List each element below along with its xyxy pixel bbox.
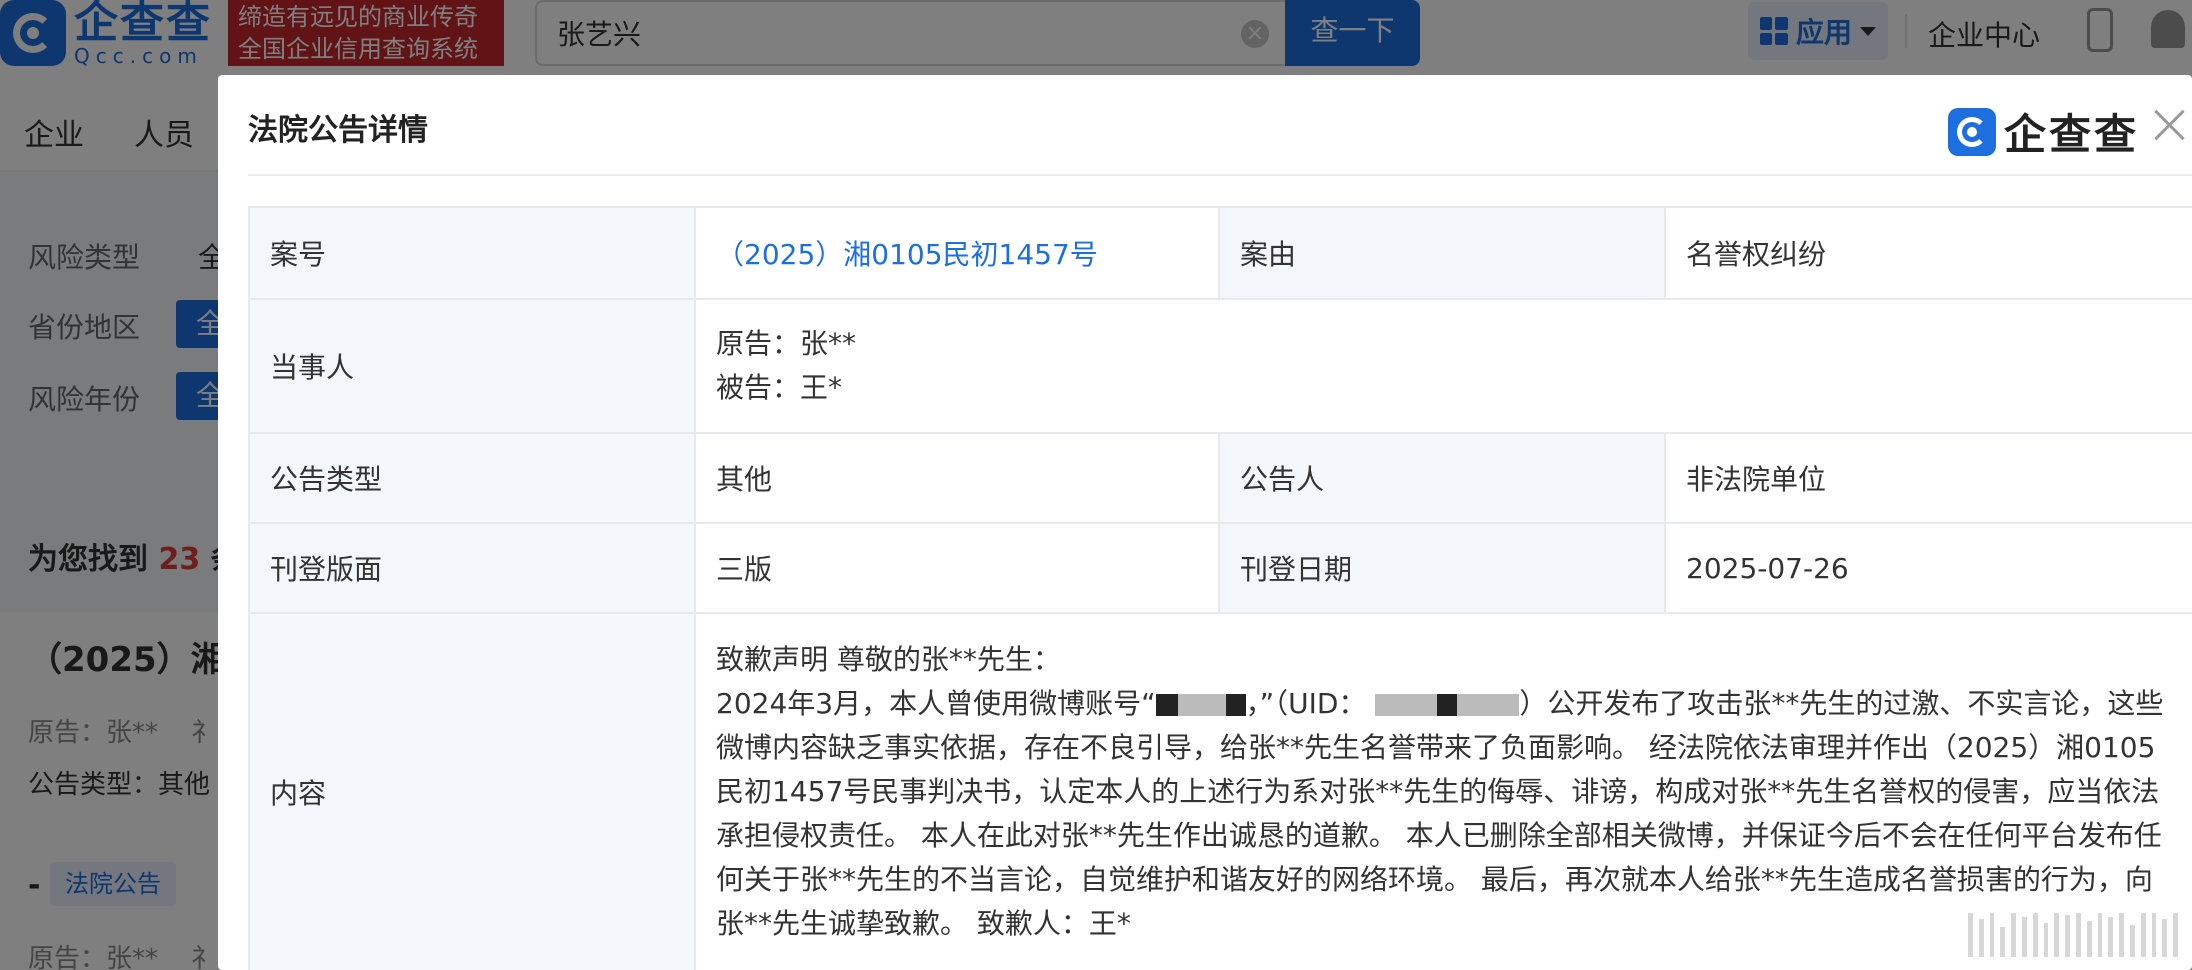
defendant-text: 被告：王* — [716, 371, 843, 404]
table-row: 公告类型 其他 公告人 非法院单位 — [248, 432, 2192, 524]
redacted-block — [1177, 694, 1226, 716]
modal-divider — [248, 174, 2192, 176]
case-cause-label: 案由 — [1218, 206, 1666, 300]
content-body: 2024年3月，本人曾使用微博账号“ ，”（UID： ）公开发布了攻击张**先生的… — [716, 687, 2164, 940]
case-number-value[interactable]: （2025）湘0105民初1457号 — [694, 206, 1220, 300]
notice-type-label: 公告类型 — [248, 432, 696, 524]
table-row: 内容 致歉声明 尊敬的张**先生： 2024年3月，本人曾使用微博账号“ ，”（U… — [248, 612, 2192, 970]
court-notice-detail-modal: 法院公告详情 企查查 案号 （2025）湘0105民初1457号 案由 名誉权纠… — [218, 75, 2192, 970]
content-greeting: 致歉声明 尊敬的张**先生： — [716, 643, 1061, 676]
redacted-block — [1155, 694, 1178, 716]
watermark-barcode — [1968, 913, 2178, 957]
party-label: 当事人 — [248, 298, 696, 434]
modal-logo-text: 企查查 — [2004, 110, 2140, 159]
notice-type-value: 其他 — [694, 432, 1220, 524]
plaintiff-text: 原告：张** — [716, 327, 857, 360]
case-number-label: 案号 — [248, 206, 696, 300]
publish-date-label: 刊登日期 — [1218, 522, 1666, 614]
redacted-block — [1375, 694, 1438, 716]
table-row: 刊登版面 三版 刊登日期 2025-07-26 — [248, 522, 2192, 614]
publish-date-value: 2025-07-26 — [1664, 522, 2192, 614]
case-number-link[interactable]: （2025）湘0105民初1457号 — [716, 238, 1098, 271]
announcer-value: 非法院单位 — [1664, 432, 2192, 524]
announcer-label: 公告人 — [1218, 432, 1666, 524]
party-value: 原告：张** 被告：王* — [694, 298, 2192, 434]
redacted-block — [1225, 694, 1246, 716]
publish-page-label: 刊登版面 — [248, 522, 696, 614]
notice-detail-table: 案号 （2025）湘0105民初1457号 案由 名誉权纠纷 当事人 原告：张*… — [248, 206, 2192, 970]
modal-title: 法院公告详情 — [248, 113, 428, 148]
table-row: 当事人 原告：张** 被告：王* — [248, 298, 2192, 434]
modal-header: 法院公告详情 企查查 — [218, 75, 2192, 175]
qcc-logo-icon — [1948, 107, 1996, 156]
redacted-block — [1457, 694, 1520, 716]
close-icon[interactable] — [2150, 105, 2190, 145]
redacted-block — [1437, 694, 1458, 716]
case-cause-value: 名誉权纠纷 — [1664, 206, 2192, 300]
table-row: 案号 （2025）湘0105民初1457号 案由 名誉权纠纷 — [248, 206, 2192, 300]
content-label: 内容 — [248, 612, 696, 970]
publish-page-value: 三版 — [694, 522, 1220, 614]
modal-logo: 企查查 — [1948, 101, 2139, 162]
